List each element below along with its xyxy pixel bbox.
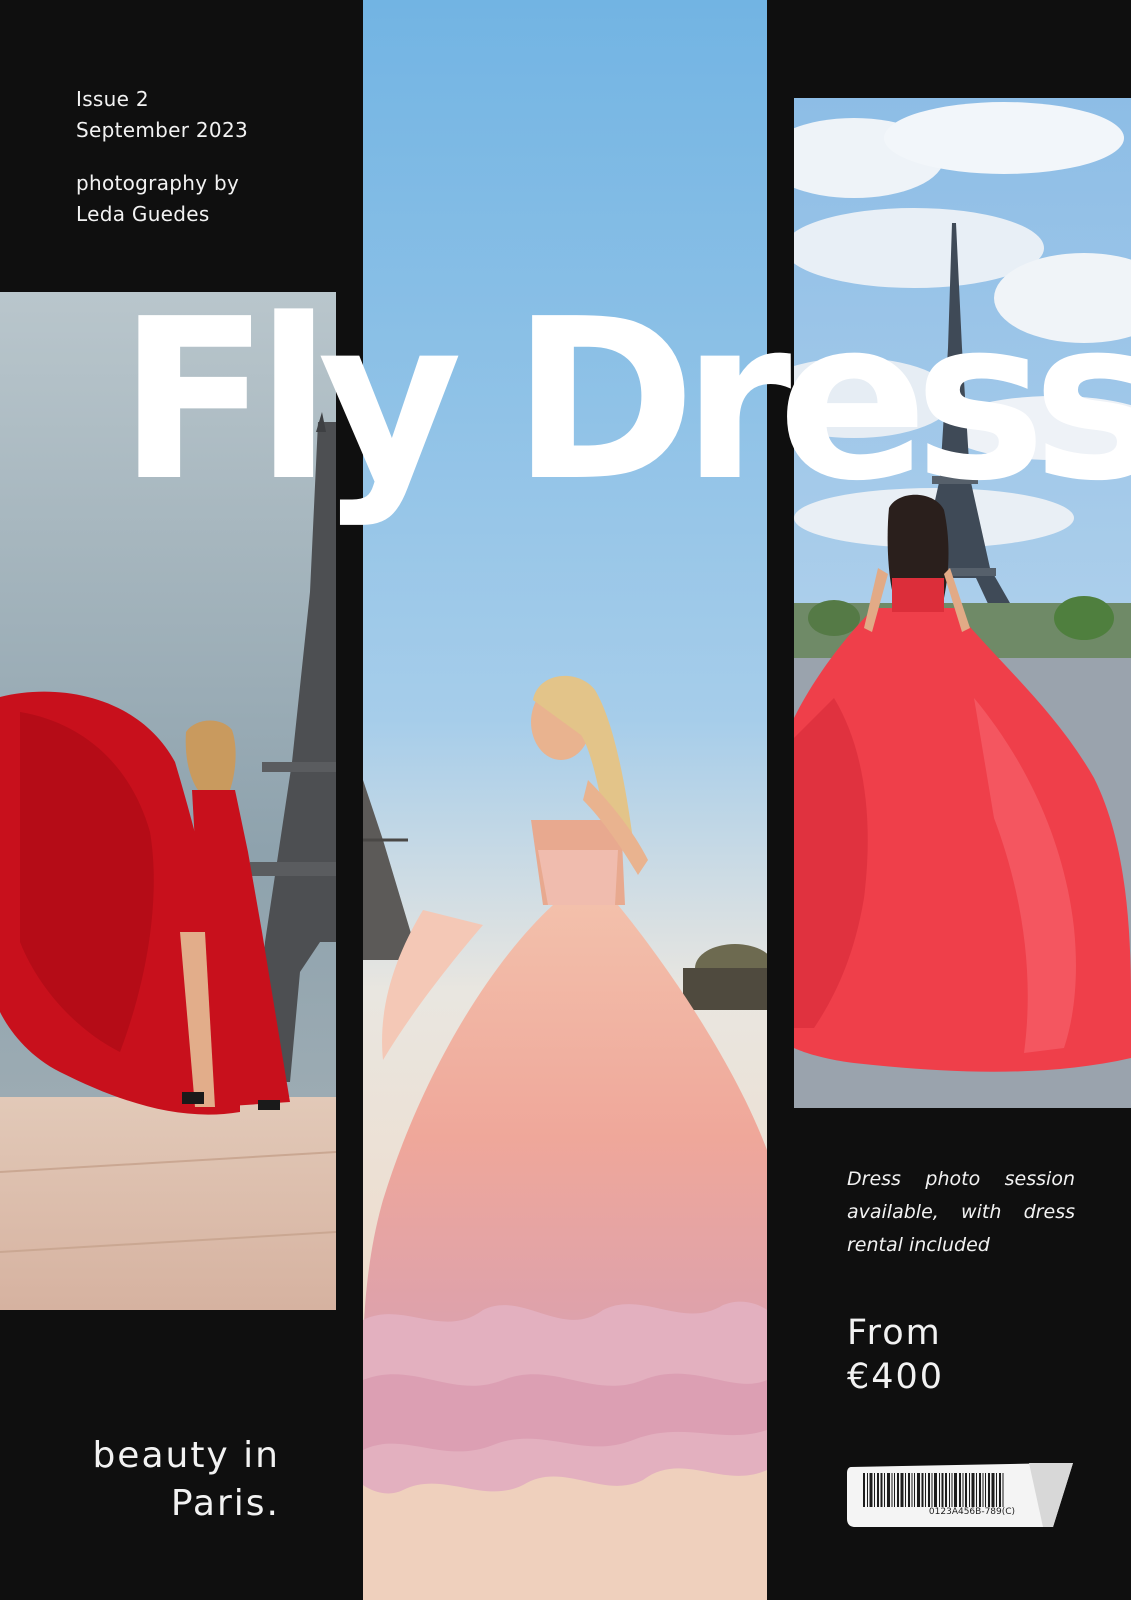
barcode-bar xyxy=(891,1473,893,1507)
barcode-icon xyxy=(847,1463,1073,1527)
barcode-bar xyxy=(897,1473,899,1507)
masthead-title: Fly Dress xyxy=(118,272,1131,530)
price-value: €400 xyxy=(847,1357,945,1397)
barcode-bar xyxy=(954,1473,957,1507)
barcode-bar xyxy=(914,1473,915,1507)
photography-credit: photography by Leda Guedes xyxy=(76,168,239,230)
barcode-bar xyxy=(959,1473,961,1507)
magazine-cover: Issue 2 September 2023 photography by Le… xyxy=(0,0,1131,1600)
barcode-bar xyxy=(908,1473,910,1507)
tagline-line-1: beauty in xyxy=(92,1435,280,1476)
barcode-bar xyxy=(921,1473,924,1507)
barcode-bar xyxy=(951,1473,953,1507)
barcode-bar xyxy=(925,1473,926,1507)
barcode-bar xyxy=(884,1473,885,1507)
barcode-bar xyxy=(894,1473,895,1507)
price-label: From xyxy=(847,1313,942,1353)
barcode-bar xyxy=(880,1473,883,1507)
issue-number: Issue 2 xyxy=(76,87,149,111)
barcode-bar xyxy=(863,1473,865,1507)
barcode-bar xyxy=(911,1473,913,1507)
barcode-bar xyxy=(988,1473,990,1507)
barcode-bar xyxy=(985,1473,986,1507)
barcode-bar xyxy=(928,1473,930,1507)
issue-date: September 2023 xyxy=(76,118,249,142)
barcode-bar xyxy=(900,1473,904,1507)
barcode-bar xyxy=(917,1473,920,1507)
barcode-bar xyxy=(905,1473,906,1507)
barcode-bar xyxy=(939,1473,940,1507)
issue-info: Issue 2 September 2023 xyxy=(76,84,248,146)
tagline-line-2: Paris. xyxy=(170,1483,280,1524)
credit-line-1: photography by xyxy=(76,171,240,195)
barcode-bar xyxy=(1002,1473,1004,1507)
barcode-bar xyxy=(991,1473,995,1507)
photo-pink-gown-center xyxy=(363,0,767,1600)
barcode-bar xyxy=(982,1473,984,1507)
barcode-number: 0123A456B-789(C) xyxy=(928,1507,1016,1517)
barcode-bar xyxy=(887,1473,890,1507)
barcode-bar xyxy=(931,1473,933,1507)
barcode-bar xyxy=(941,1473,944,1507)
barcode-bar xyxy=(976,1473,977,1507)
tagline: beauty in Paris. xyxy=(80,1432,280,1528)
barcode-bar xyxy=(867,1473,868,1507)
barcode-bar xyxy=(969,1473,970,1507)
barcode-bar xyxy=(962,1473,964,1507)
barcode-bar xyxy=(971,1473,975,1507)
credit-line-2: Leda Guedes xyxy=(76,202,210,226)
barcode-bar xyxy=(949,1473,950,1507)
barcode-bar xyxy=(965,1473,967,1507)
photo-coral-dress-right xyxy=(794,98,1131,1108)
barcode-bar xyxy=(999,1473,1001,1507)
barcode-bar xyxy=(877,1473,879,1507)
barcode-bar xyxy=(934,1473,937,1507)
barcode-bar xyxy=(874,1473,875,1507)
barcode-sticker: 0123A456B-789(C) xyxy=(847,1461,1073,1529)
barcode-bar xyxy=(869,1473,873,1507)
barcode-bar xyxy=(996,1473,997,1507)
barcode-bar xyxy=(979,1473,981,1507)
promo-text: Dress photo session available, with dres… xyxy=(847,1168,1075,1256)
barcode-bar xyxy=(945,1473,947,1507)
